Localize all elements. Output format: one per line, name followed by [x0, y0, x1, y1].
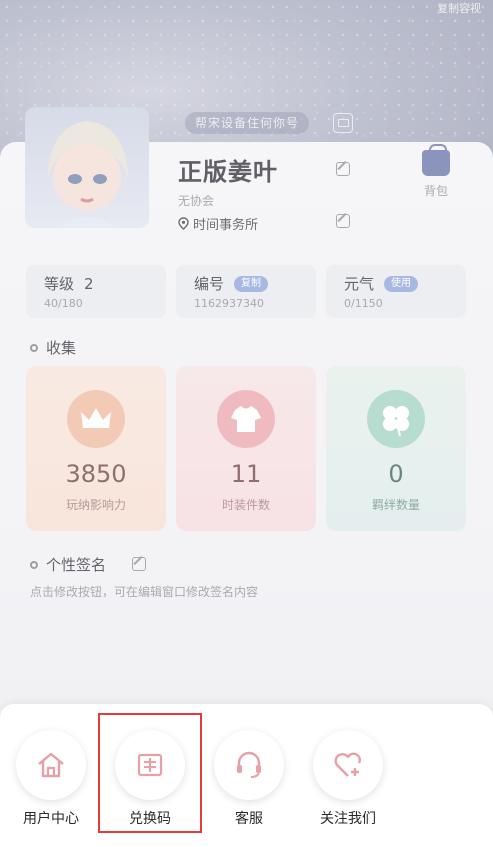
bullet-icon — [30, 343, 38, 352]
follow-us-button[interactable]: 关注我们 — [308, 730, 388, 828]
id-stat: 编号 复制 1162937340 — [176, 265, 316, 318]
customer-service-button[interactable]: 客服 — [209, 730, 289, 828]
location: 时间事务所 — [178, 214, 258, 233]
energy-value: 0/1150 — [344, 297, 383, 310]
edit-name-icon[interactable] — [336, 162, 350, 176]
level-progress: 40/180 — [44, 297, 83, 310]
edit-location-icon[interactable] — [336, 214, 350, 228]
collection-title-label: 收集 — [46, 339, 77, 357]
location-pin-icon — [178, 217, 189, 230]
player-id: 1162937340 — [194, 297, 264, 310]
device-tip: 帮宋设备住何你号 — [185, 112, 310, 134]
outfits-label: 时装件数 — [221, 498, 270, 512]
influence-label: 玩纳影响力 — [65, 498, 126, 512]
edit-signature-icon[interactable] — [132, 557, 146, 571]
avatar[interactable] — [25, 107, 149, 228]
bag-icon — [422, 144, 450, 176]
bonds-value: 0 — [388, 460, 404, 488]
guild-name: 无协会 — [178, 194, 215, 208]
level-value: 2 — [84, 274, 94, 293]
level-stat: 等级 2 40/180 — [26, 265, 166, 318]
copy-id-button[interactable]: 复制 — [234, 275, 269, 292]
home-icon — [16, 730, 86, 800]
follow-us-label: 关注我们 — [320, 811, 376, 827]
location-label: 时间事务所 — [193, 218, 259, 233]
energy-stat: 元气 使用 0/1150 — [326, 265, 466, 318]
headset-icon — [214, 730, 284, 800]
influence-card[interactable]: 3850 玩纳影响力 — [26, 366, 166, 531]
bag-button[interactable]: 背包 — [408, 144, 464, 210]
signature-title: 个性签名 — [30, 554, 106, 575]
player-name: 正版姜叶 — [178, 158, 278, 186]
shirt-icon — [217, 390, 275, 448]
highlight-box — [98, 713, 202, 833]
clover-icon — [367, 390, 425, 448]
bag-label: 背包 — [423, 184, 448, 198]
corner-text: 复制容视 — [437, 2, 481, 15]
energy-title: 元气 — [344, 275, 375, 293]
outfits-card[interactable]: 11 时装件数 — [176, 366, 316, 531]
customer-service-label: 客服 — [235, 811, 263, 827]
bullet-icon — [30, 560, 38, 569]
use-energy-button[interactable]: 使用 — [384, 275, 419, 292]
bonds-label: 羁绊数量 — [371, 498, 420, 512]
id-title: 编号 — [194, 275, 225, 293]
level-title: 等级 — [44, 275, 75, 293]
signature-title-label: 个性签名 — [46, 556, 107, 574]
user-center-button[interactable]: 用户中心 — [11, 730, 91, 828]
user-center-label: 用户中心 — [23, 811, 79, 827]
crown-icon — [67, 390, 125, 448]
signature-hint: 点击修改按钮，可在编辑窗口修改签名内容 — [30, 585, 259, 599]
heart-plus-icon — [313, 730, 383, 800]
outfits-value: 11 — [230, 460, 262, 488]
collection-title: 收集 — [30, 337, 76, 358]
influence-value: 3850 — [65, 460, 127, 488]
bonds-card[interactable]: 0 羁绊数量 — [326, 366, 466, 531]
copy-icon[interactable] — [333, 113, 353, 133]
